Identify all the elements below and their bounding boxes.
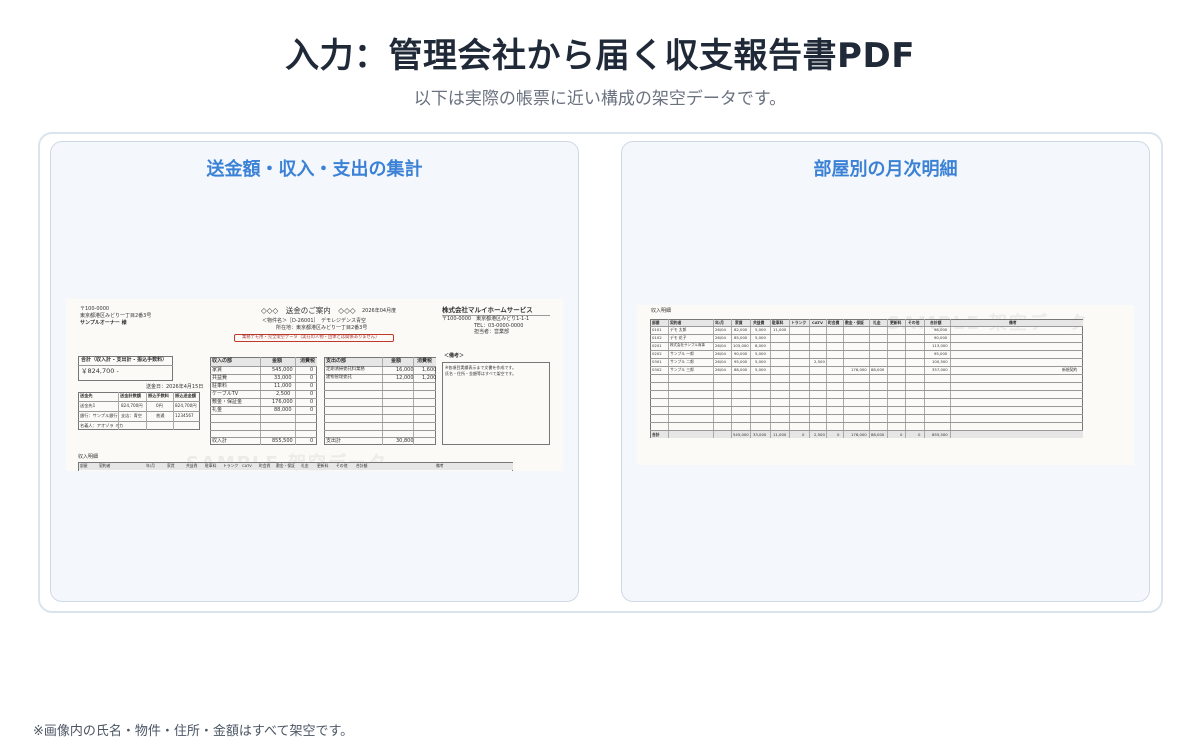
- footnote: ※画像内の氏名・物件・住所・金額はすべて架空です。: [33, 724, 354, 739]
- remittance-document-image: SAMPLE 架空データ 〒100-0000 東京都港区みどり一丁目2番3号 サ…: [66, 299, 563, 471]
- total-value: ￥824,700 -: [81, 367, 119, 375]
- table-row: 0301: [652, 359, 662, 364]
- remit-date: 送金日：2026年4月15日: [146, 384, 204, 390]
- table-row: 0102: [652, 335, 662, 340]
- summary-panel: 送金額・収入・支出の集計 SAMPLE 架空データ 〒100-0000 東京都港…: [50, 141, 579, 602]
- company-address: 〒100-0000 東京都港区みどり1-1-1: [442, 316, 530, 322]
- property-address: 所在地：東京都港区みどり一丁目2番3号: [276, 325, 368, 331]
- company-name: 株式会社マルイホームサービス: [442, 306, 533, 314]
- property-line: ＜物件名＞［D-26001］ デモレジデンス青空: [262, 318, 366, 324]
- table-row: 0101: [652, 327, 662, 332]
- owner-postal: 〒100-0000: [80, 306, 110, 312]
- doc-date: 2026年04月度: [362, 308, 397, 314]
- notice-text: 業務デモ用・完全架空データ（実在の人物・団体とは関係ありません）: [242, 335, 380, 340]
- page-subtitle: 以下は実際の帳票に近い構成の架空データです。: [413, 89, 787, 109]
- summary-panel-title: 送金額・収入・支出の集計: [206, 159, 423, 180]
- owner-address: 東京都港区みどり一丁目2番3号: [80, 313, 152, 319]
- company-person: 担当者：営業部: [474, 329, 510, 335]
- total-label: 合計（収入計 - 支出計 - 振込手数料）: [81, 357, 168, 363]
- detail-label: 収入明細: [651, 308, 672, 314]
- monthly-detail-panel: 部屋別の月次明細 SAMPLE 架空データ 収入明細: [621, 141, 1150, 602]
- table-row: 0201: [652, 343, 662, 348]
- table-row: 0202: [652, 351, 662, 356]
- monthly-detail-document-image: SAMPLE 架空データ 収入明細 部屋 契約者: [637, 305, 1134, 465]
- doc-title: ◇◇◇ 送金のご案内 ◇◇◇: [261, 306, 356, 315]
- page-title: 入力：管理会社から届く収支報告書PDF: [285, 36, 915, 76]
- memo-label: ＜備考＞: [444, 353, 465, 359]
- owner-name: サンプルオーナー 様: [80, 320, 127, 326]
- totals-row: 合計: [652, 431, 660, 437]
- table-row: 0302: [652, 367, 662, 372]
- monthly-detail-panel-title: 部屋別の月次明細: [813, 159, 958, 180]
- detail-label: 収入明細: [78, 454, 99, 460]
